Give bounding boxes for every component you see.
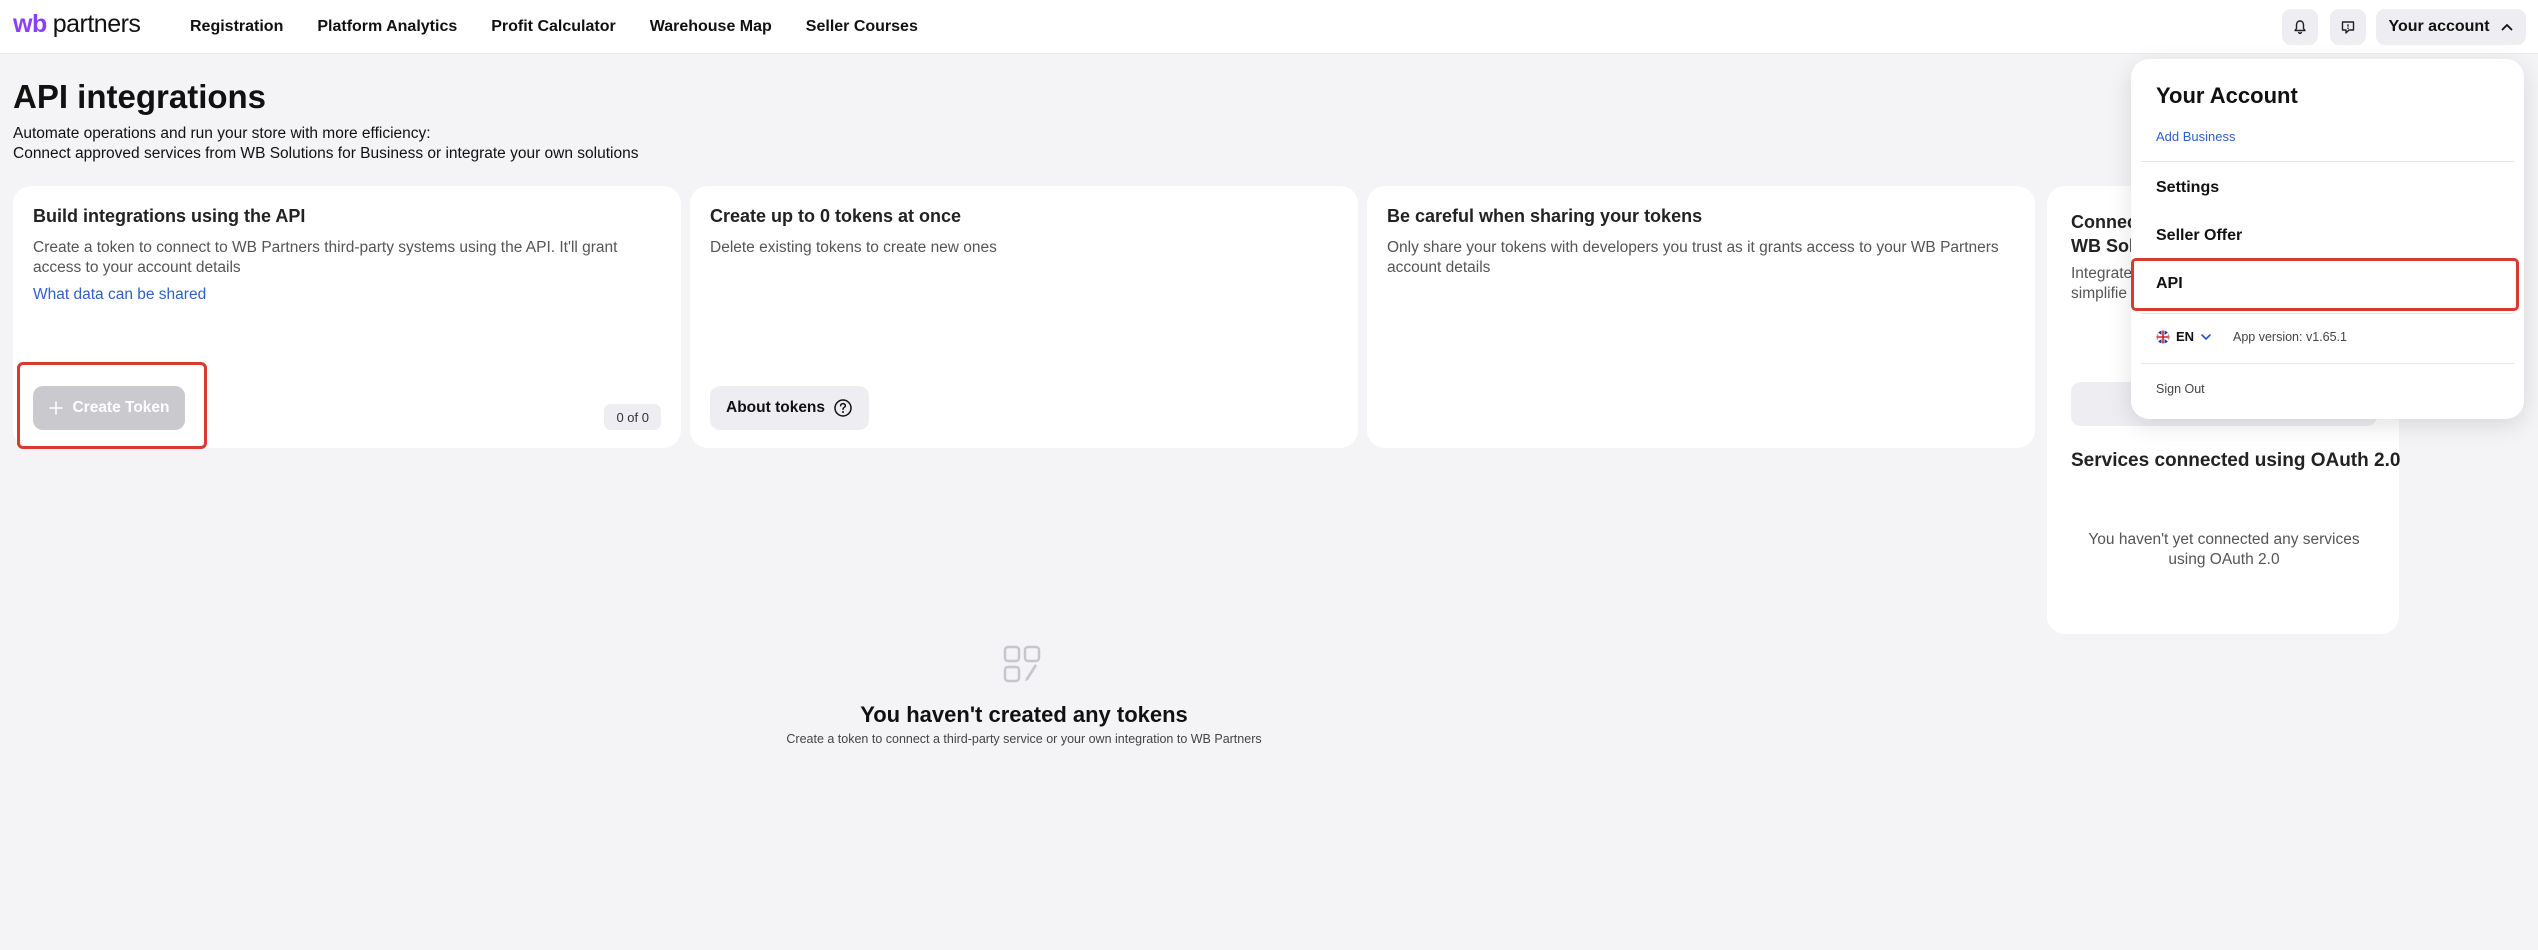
empty-state-title: You haven't created any tokens — [860, 702, 1188, 727]
uk-flag-icon — [2156, 330, 2170, 343]
question-circle-icon — [834, 399, 852, 417]
top-bar: wb partners Registration Platform Analyt… — [0, 0, 2538, 54]
sharing-warning-text: Only share your tokens with developers y… — [1387, 239, 1999, 276]
account-dropdown: Your Account Add Business Settings Selle… — [2131, 59, 2524, 419]
account-menu-button[interactable]: Your account — [2376, 9, 2526, 45]
page-title: API integrations — [13, 78, 267, 115]
sign-out-button[interactable]: Sign Out — [2156, 382, 2205, 396]
chat-icon — [2341, 21, 2355, 34]
menu-item-settings[interactable]: Settings — [2156, 179, 2219, 197]
wb-partners-logo[interactable]: wb partners — [13, 10, 141, 42]
page-subtitle-line-2: Connect approved services from WB Soluti… — [13, 145, 639, 162]
api-menu-highlight — [2131, 258, 2519, 311]
connect-services-desc: Integrate simplifie — [2071, 264, 2132, 304]
logo-wb: wb — [13, 10, 47, 38]
language-selector[interactable]: EN — [2156, 329, 2212, 344]
widgets-icon — [1003, 645, 1041, 683]
oauth-empty-text: You haven't yet connected any services u… — [2088, 531, 2360, 568]
page-subtitle: Automate operations and run your store w… — [13, 124, 638, 164]
empty-state-desc: Create a token to connect a third-party … — [786, 732, 1262, 746]
dropdown-divider — [2141, 313, 2514, 314]
nav-platform-analytics[interactable]: Platform Analytics — [317, 18, 457, 36]
dropdown-divider — [2141, 161, 2514, 162]
connect-desc-line-2: simplifie — [2071, 285, 2127, 302]
about-tokens-label: About tokens — [726, 399, 826, 416]
token-limit-text: Delete existing tokens to create new one… — [710, 239, 997, 256]
oauth-services-title: Services connected using OAuth 2.0 — [2071, 450, 2401, 471]
about-tokens-button[interactable]: About tokens — [710, 386, 870, 430]
sharing-warning-title: Be careful when sharing your tokens — [1387, 206, 1703, 226]
token-limit-title: Create up to 0 tokens at once — [710, 206, 962, 226]
nav-registration[interactable]: Registration — [190, 18, 283, 36]
token-count-badge: 0 of 0 — [604, 404, 661, 430]
page-subtitle-line-1: Automate operations and run your store w… — [13, 125, 431, 142]
main-nav: Registration Platform Analytics Profit C… — [190, 0, 952, 54]
what-data-shared-link[interactable]: What data can be shared — [33, 286, 206, 304]
app-version: App version: v1.65.1 — [2233, 330, 2347, 344]
nav-warehouse-map[interactable]: Warehouse Map — [650, 18, 772, 36]
bell-icon — [2294, 20, 2306, 35]
token-limit-card: Create up to 0 tokens at once Delete exi… — [690, 186, 1358, 448]
add-business-link[interactable]: Add Business — [2156, 129, 2236, 144]
build-card-title: Build integrations using the API — [33, 206, 306, 226]
chevron-down-icon — [2201, 333, 2211, 340]
sharing-warning-card: Be careful when sharing your tokens Only… — [1367, 186, 2035, 448]
dropdown-title: Your Account — [2156, 83, 2298, 108]
chevron-up-icon — [2501, 24, 2512, 31]
dropdown-divider — [2141, 363, 2514, 364]
create-token-highlight — [17, 362, 207, 449]
logo-partners: partners — [52, 10, 141, 38]
nav-seller-courses[interactable]: Seller Courses — [806, 18, 918, 36]
connect-desc-line-1: Integrate — [2071, 265, 2133, 282]
notifications-button[interactable] — [2282, 9, 2318, 45]
language-code: EN — [2176, 329, 2195, 344]
menu-item-seller-offer[interactable]: Seller Offer — [2156, 227, 2242, 245]
account-label: Your account — [2388, 18, 2490, 35]
nav-profit-calculator[interactable]: Profit Calculator — [491, 18, 615, 36]
build-card-text: Create a token to connect to WB Partners… — [33, 239, 618, 276]
chat-button[interactable] — [2330, 9, 2366, 45]
